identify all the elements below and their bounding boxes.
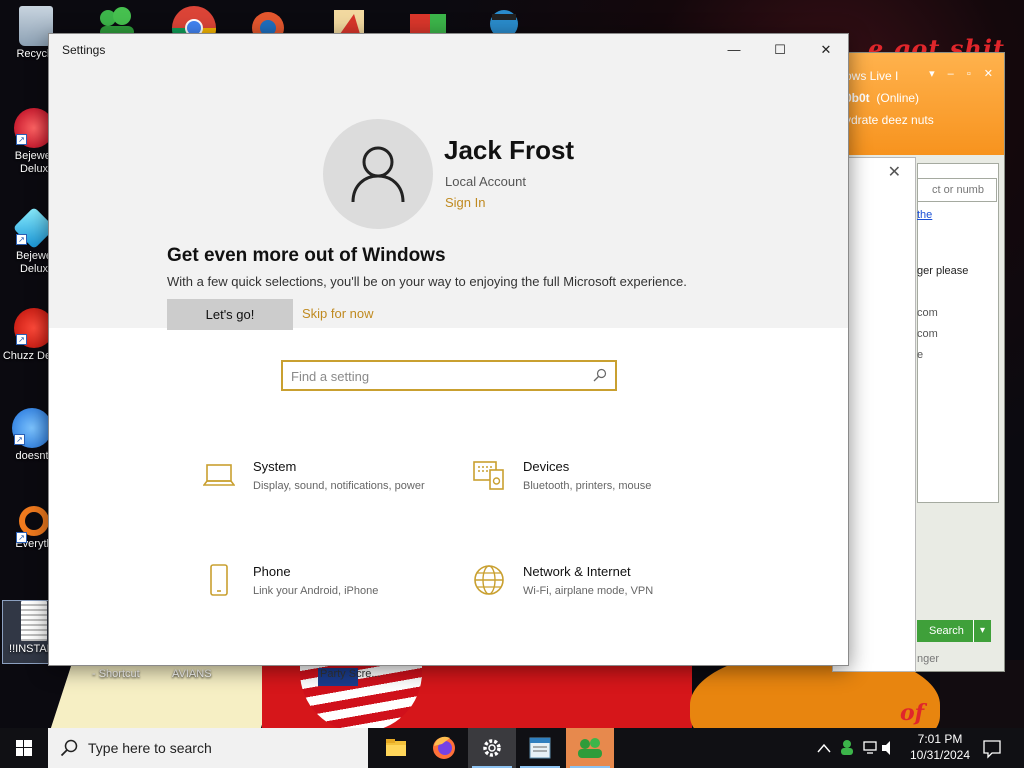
category-description: Wi-Fi, airplane mode, VPN (523, 585, 654, 597)
desktop-icon-label[interactable]: AVIANS (172, 668, 212, 680)
search-icon (593, 368, 607, 382)
taskbar-search-label: Type here to search (88, 740, 212, 756)
close-icon[interactable]: ✕ (888, 162, 901, 182)
category-name: Network & Internet (523, 564, 631, 579)
chevron-down-icon[interactable]: ▾ (973, 620, 991, 642)
wallpaper-shape (47, 660, 283, 728)
account-hero: Jack Frost Local Account Sign In Get eve… (49, 66, 848, 330)
category-network[interactable]: Network & Internet Wi-Fi, airplane mode,… (473, 564, 703, 614)
category-name: System (253, 459, 297, 474)
desktop-icon-label[interactable]: Party Scre... (320, 668, 381, 680)
lets-go-button[interactable]: Let's go! (167, 299, 293, 330)
messenger-line: com (917, 307, 938, 319)
category-system[interactable]: System Display, sound, notifications, po… (203, 459, 433, 519)
promo-text: With a few quick selections, you'll be o… (167, 274, 687, 289)
maximize-button[interactable]: ☐ (757, 34, 803, 66)
messenger-icon[interactable] (566, 728, 614, 768)
user-icon (351, 146, 405, 203)
laptop-icon (203, 464, 235, 486)
shortcut-arrow-icon: ↗ (16, 134, 27, 145)
user-name: Jack Frost (444, 135, 575, 165)
messenger-line: e (917, 349, 924, 361)
account-type: Local Account (445, 174, 526, 189)
category-description: Link your Android, iPhone (253, 585, 379, 597)
close-button[interactable]: ✕ (803, 34, 848, 66)
phone-icon (210, 564, 228, 596)
notepad-icon[interactable] (516, 728, 564, 768)
wallpaper-graffiti: of (900, 700, 925, 726)
category-devices[interactable]: Devices Bluetooth, printers, mouse (473, 459, 703, 519)
taskbar: Type here to search 7:01 PM 10/31/2024 (0, 728, 1024, 768)
category-description: Display, sound, notifications, power (253, 480, 425, 492)
search-icon (60, 739, 78, 757)
messenger-search-input[interactable]: ct or numb (917, 178, 997, 202)
messenger-tray-icon[interactable] (843, 740, 851, 748)
category-name: Phone (253, 564, 291, 579)
minimize-button[interactable]: — (711, 34, 757, 66)
shortcut-arrow-icon: ↗ (16, 334, 27, 345)
chevron-up-icon[interactable] (817, 743, 831, 753)
sign-in-link[interactable]: Sign In (445, 195, 485, 210)
messenger-link[interactable]: the (917, 209, 932, 221)
settings-gear-icon[interactable] (468, 728, 516, 768)
category-phone[interactable]: Phone Link your Android, iPhone (203, 564, 433, 614)
category-name: Devices (523, 459, 570, 474)
search-input[interactable] (291, 367, 581, 385)
category-description: Bluetooth, printers, mouse (523, 480, 652, 492)
find-setting-search[interactable] (281, 360, 617, 391)
start-button[interactable] (0, 728, 48, 768)
firefox-icon[interactable] (420, 728, 468, 768)
volume-icon[interactable] (882, 741, 890, 755)
title-bar[interactable]: Settings — ☐ ✕ (49, 34, 848, 66)
promo-title: Get even more out of Windows (167, 245, 446, 266)
clock-date: 10/31/2024 (909, 748, 971, 762)
messenger-status[interactable]: (Online) (876, 91, 919, 105)
shortcut-arrow-icon: ↗ (14, 434, 25, 445)
shortcut-arrow-icon: ↗ (16, 234, 27, 245)
desktop-icon-label[interactable]: - Shortcut (92, 668, 140, 680)
file-explorer-icon[interactable] (372, 728, 420, 768)
system-clock[interactable]: 7:01 PM 10/31/2024 (900, 731, 980, 763)
avatar[interactable] (323, 119, 433, 229)
system-tray (814, 728, 900, 768)
messenger-line: ger please (917, 265, 969, 277)
devices-icon (473, 461, 504, 490)
shortcut-arrow-icon: ↗ (16, 532, 27, 543)
messenger-footer: nger (917, 653, 940, 665)
settings-window: Settings — ☐ ✕ Jack Frost Local Account … (48, 33, 849, 666)
windows-logo-icon (16, 740, 32, 756)
messenger-search-label: Search (929, 625, 964, 637)
network-icon[interactable] (863, 741, 877, 751)
window-title: Settings (62, 43, 106, 57)
messenger-personal-message[interactable]: ydrate deez nuts (845, 113, 1004, 127)
text-file-icon (21, 601, 47, 641)
clock-time: 7:01 PM (917, 732, 963, 746)
messenger-window-controls[interactable]: ▾ – ▫ ✕ (929, 67, 998, 80)
taskbar-search-box[interactable]: Type here to search (48, 728, 368, 768)
skip-for-now-link[interactable]: Skip for now (302, 306, 374, 321)
globe-icon (474, 565, 504, 595)
messenger-line: com (917, 328, 938, 340)
notifications-icon[interactable] (980, 728, 1004, 768)
